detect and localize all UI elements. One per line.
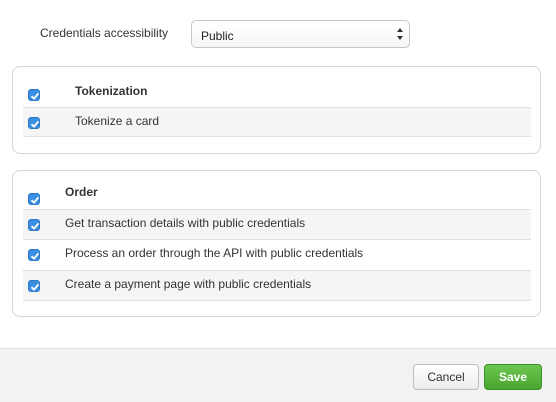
- section-title: Tokenization: [75, 84, 148, 98]
- permission-row[interactable]: Process an order through the API with pu…: [23, 240, 531, 270]
- payment-page-checkbox[interactable]: [28, 280, 40, 292]
- transaction-details-checkbox[interactable]: [28, 219, 40, 231]
- order-checkbox[interactable]: [28, 193, 40, 205]
- permission-row[interactable]: Get transaction details with public cred…: [23, 209, 531, 240]
- dialog-footer: Cancel Save: [0, 348, 556, 402]
- permission-label: Tokenize a card: [75, 114, 160, 128]
- process-order-checkbox[interactable]: [28, 249, 40, 261]
- permission-row[interactable]: Tokenize a card: [23, 107, 531, 137]
- credentials-accessibility-select[interactable]: Public: [191, 20, 410, 48]
- permission-label: Process an order through the API with pu…: [65, 246, 364, 260]
- tokenize-card-checkbox[interactable]: [28, 117, 40, 129]
- section-title: Order: [65, 185, 98, 199]
- order-panel: Order Get transaction details with publi…: [12, 170, 541, 317]
- permission-label: Get transaction details with public cred…: [65, 216, 306, 230]
- section-header-row: Order: [23, 181, 531, 209]
- section-header-row: Tokenization: [23, 77, 531, 107]
- save-button[interactable]: Save: [484, 364, 542, 390]
- up-down-chevron-icon: [397, 28, 403, 40]
- select-value: Public: [201, 29, 234, 43]
- credentials-accessibility-label: Credentials accessibility: [40, 26, 169, 40]
- credentials-accessibility-row: Credentials accessibility Public: [0, 20, 556, 50]
- tokenization-checkbox[interactable]: [28, 89, 40, 101]
- permission-label: Create a payment page with public creden…: [65, 277, 312, 291]
- permission-row[interactable]: Create a payment page with public creden…: [23, 270, 531, 301]
- cancel-button[interactable]: Cancel: [413, 364, 479, 390]
- tokenization-panel: Tokenization Tokenize a card: [12, 66, 541, 154]
